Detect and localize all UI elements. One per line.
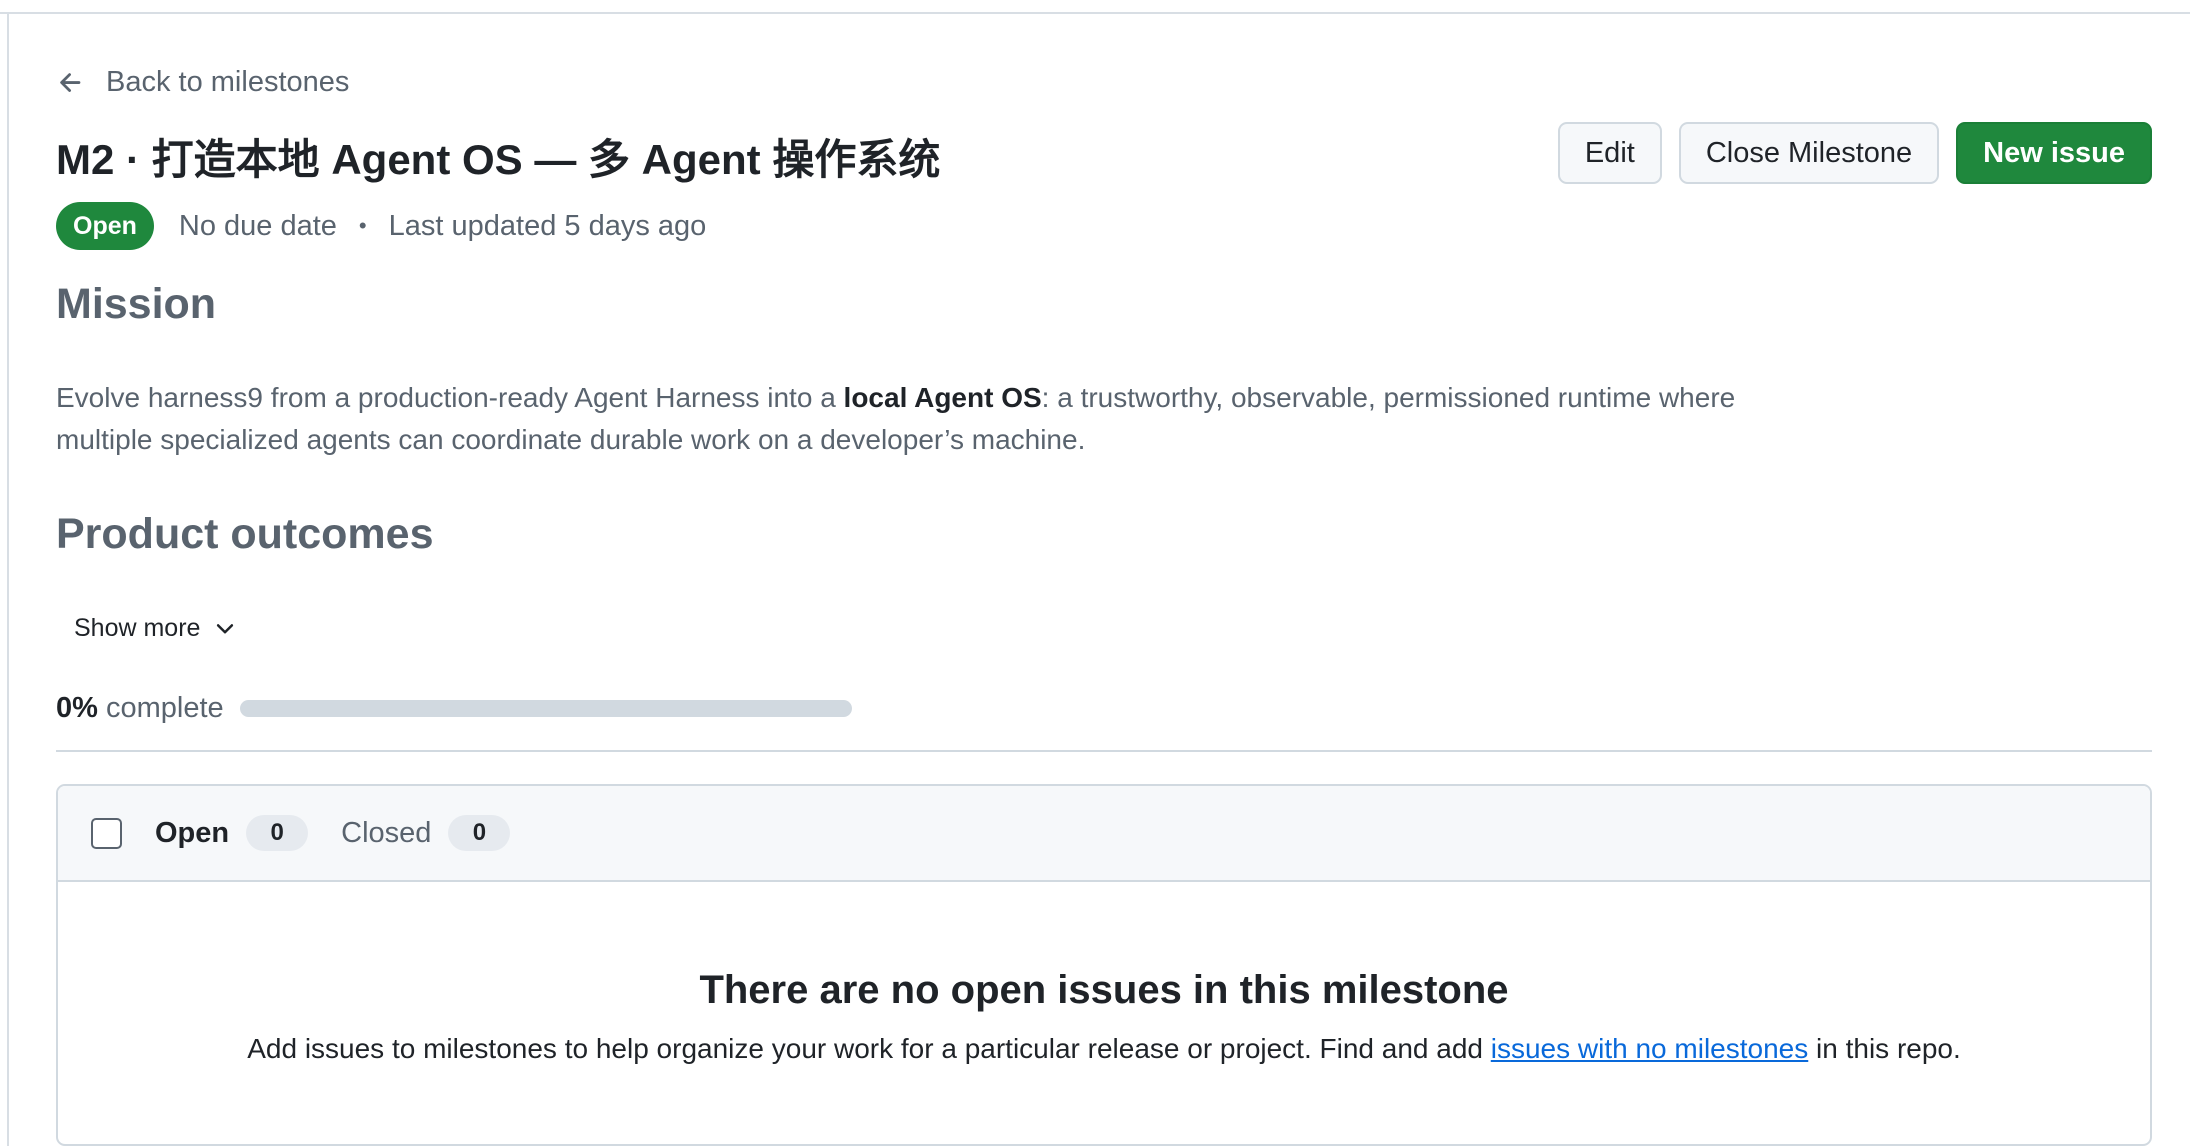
progress-bar: [239, 700, 852, 717]
empty-state-title: There are no open issues in this milesto…: [699, 968, 1509, 1012]
milestone-meta: Open No due date • Last updated 5 days a…: [56, 202, 706, 250]
mission-heading: Mission: [56, 280, 217, 328]
new-issue-button[interactable]: New issue: [1956, 122, 2152, 184]
product-outcomes-heading: Product outcomes: [56, 510, 434, 558]
left-border: [7, 14, 9, 1146]
tab-closed-label: Closed: [341, 816, 432, 849]
issues-box-header: Open 0 Closed 0: [58, 786, 2150, 882]
issues-box: Open 0 Closed 0 There are no open issues…: [56, 784, 2152, 1146]
milestone-actions: Edit Close Milestone New issue: [1557, 122, 2152, 184]
progress-complete-label: complete: [105, 692, 224, 724]
closed-count-badge: 0: [448, 815, 511, 851]
arrow-left-icon: [60, 72, 81, 92]
top-border: [0, 0, 2190, 14]
back-to-milestones-link[interactable]: Back to milestones: [56, 66, 349, 99]
mission-text: Evolve harness9 from a production-ready …: [56, 377, 1796, 461]
empty-desc-post: in this repo.: [1808, 1033, 1961, 1064]
milestone-title: M2 · 打造本地 Agent OS — 多 Agent 操作系统: [56, 136, 941, 183]
edit-button[interactable]: Edit: [1557, 122, 1662, 184]
progress-summary: 0% complete: [56, 692, 852, 725]
meta-separator: •: [358, 213, 367, 238]
mission-text-pre: Evolve harness9 from a production-ready …: [56, 382, 844, 413]
tab-closed-issues[interactable]: Closed 0: [341, 815, 511, 851]
open-count-badge: 0: [246, 815, 309, 851]
empty-desc-pre: Add issues to milestones to help organiz…: [247, 1033, 1491, 1064]
status-badge: Open: [56, 202, 154, 250]
last-updated: Last updated 5 days ago: [388, 209, 707, 242]
show-more-button[interactable]: Show more: [74, 614, 238, 643]
show-more-label: Show more: [74, 614, 201, 642]
progress-percent: 0%: [56, 692, 98, 724]
due-date: No due date: [178, 209, 337, 242]
select-all-checkbox[interactable]: [91, 817, 122, 849]
tab-open-issues[interactable]: Open 0: [155, 815, 309, 851]
chevron-down-icon: [217, 623, 234, 633]
back-link-label: Back to milestones: [106, 66, 350, 98]
close-milestone-button[interactable]: Close Milestone: [1678, 122, 1940, 184]
tab-open-label: Open: [155, 816, 230, 849]
issues-with-no-milestones-link[interactable]: issues with no milestones: [1491, 1033, 1808, 1064]
empty-state-description: Add issues to milestones to help organiz…: [58, 1033, 2150, 1065]
mission-text-bold: local Agent OS: [843, 382, 1042, 413]
divider: [56, 750, 2152, 752]
